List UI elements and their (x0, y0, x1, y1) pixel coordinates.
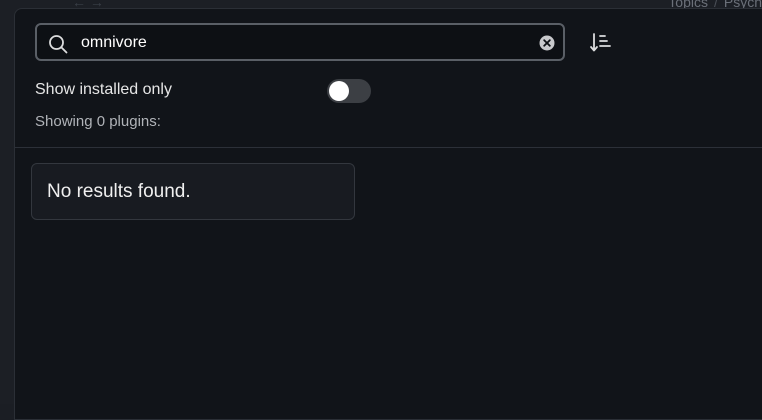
installed-only-toggle[interactable] (327, 79, 371, 103)
nav-arrows-icon: ← → (72, 0, 104, 10)
plugin-count: Showing 0 plugins: (35, 113, 161, 130)
installed-only-label: Show installed only (35, 81, 172, 98)
community-plugins-modal: Show installed only Showing 0 plugins: N… (14, 8, 762, 420)
sort-icon[interactable] (589, 31, 613, 55)
search-bar[interactable] (35, 23, 565, 61)
search-input[interactable] (81, 32, 531, 54)
search-icon (49, 35, 68, 54)
toggle-knob (329, 81, 349, 101)
divider (15, 147, 762, 148)
clear-icon[interactable] (539, 35, 555, 51)
breadcrumb: Topics / Psych (668, 0, 762, 10)
empty-results-card: No results found. (31, 163, 355, 220)
empty-results-message: No results found. (47, 181, 191, 202)
installed-only-setting: Show installed only (35, 79, 371, 103)
